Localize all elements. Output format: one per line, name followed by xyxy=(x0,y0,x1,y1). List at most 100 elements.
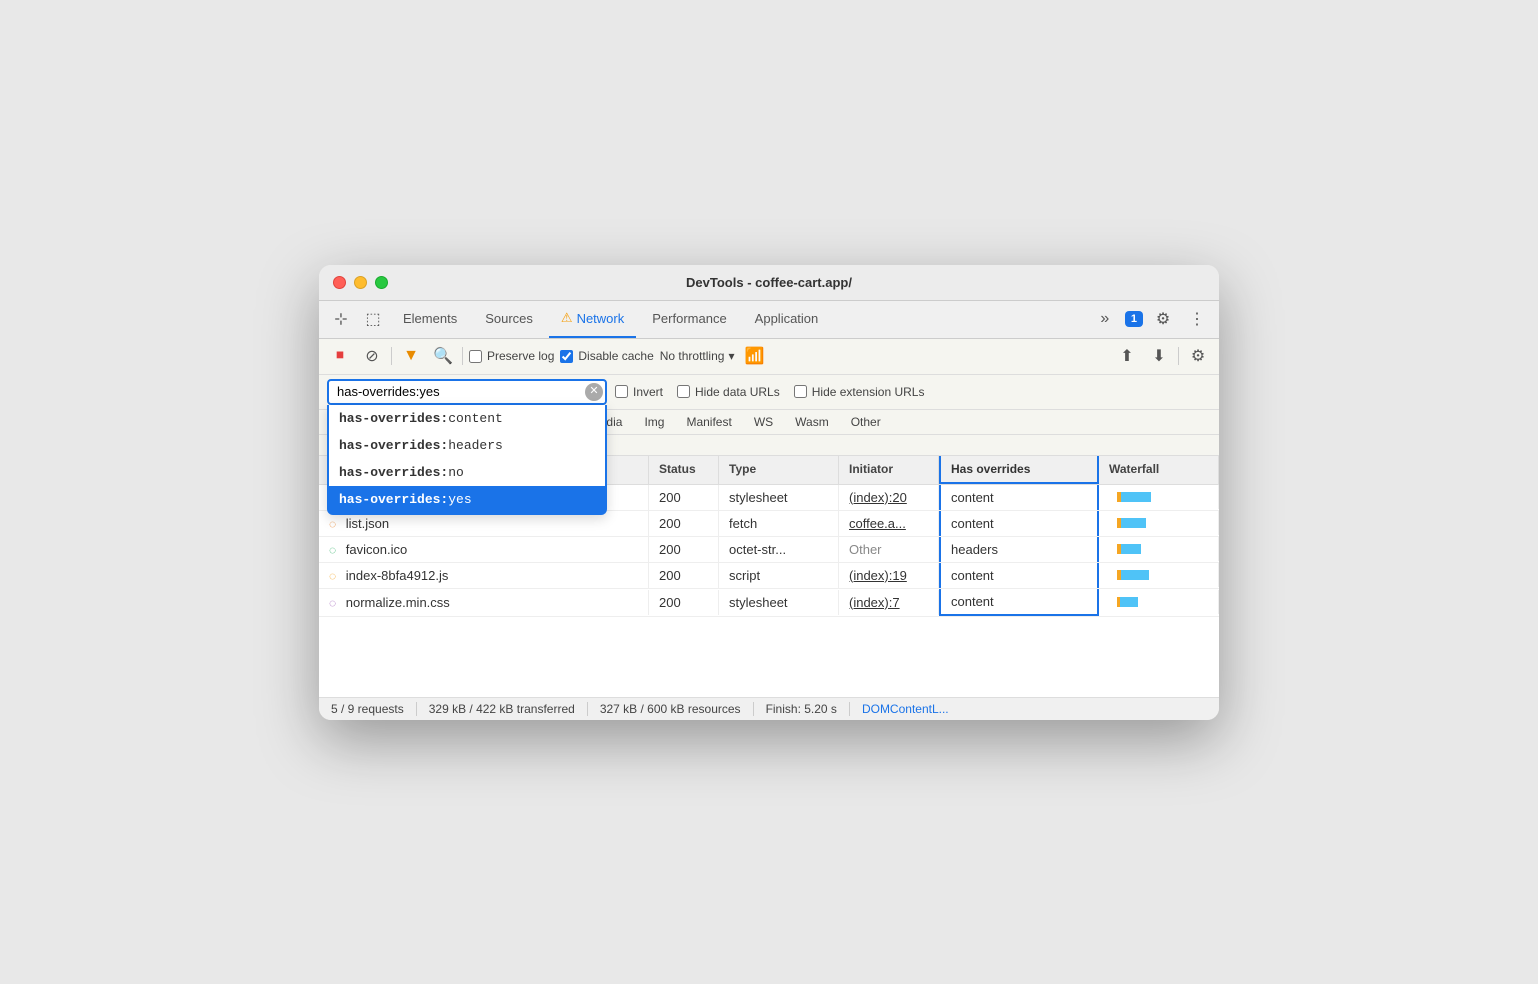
type-ws[interactable]: WS xyxy=(744,413,783,431)
td-initiator-3[interactable]: (index):19 xyxy=(839,563,939,588)
ico-file-icon: ◌ xyxy=(329,543,336,557)
type-img[interactable]: Img xyxy=(634,413,674,431)
title-bar: DevTools - coffee-cart.app/ xyxy=(319,265,1219,301)
search-button[interactable]: 🔍 xyxy=(430,343,456,369)
th-type[interactable]: Type xyxy=(719,456,839,484)
inspect-element-icon[interactable]: ⊹ xyxy=(327,305,355,333)
toolbar-divider-3 xyxy=(1178,347,1179,365)
more-options-icon[interactable]: ⋮ xyxy=(1183,305,1211,333)
js-file-icon: ◌ xyxy=(329,569,336,583)
filter-button[interactable]: ▼ xyxy=(398,343,424,369)
td-type-1: fetch xyxy=(719,511,839,536)
json-file-icon: ◌ xyxy=(329,517,336,531)
filter-bar: ✕ has-overrides:content has-overrides:he… xyxy=(319,375,1219,410)
fullscreen-button[interactable] xyxy=(375,276,388,289)
status-transferred: 329 kB / 422 kB transferred xyxy=(417,702,588,716)
upload-har-button[interactable]: ⬆ xyxy=(1114,343,1140,369)
td-waterfall-4 xyxy=(1099,590,1219,614)
throttle-select[interactable]: No throttling ▾ xyxy=(660,349,735,363)
status-resources: 327 kB / 600 kB resources xyxy=(588,702,754,716)
hide-ext-urls-checkbox[interactable] xyxy=(794,385,807,398)
table-row: ◌ normalize.min.css 200 stylesheet (inde… xyxy=(319,589,1219,617)
search-input[interactable] xyxy=(327,379,607,405)
td-status-1: 200 xyxy=(649,511,719,536)
download-har-button[interactable]: ⬇ xyxy=(1146,343,1172,369)
filter-checkbox-group: Invert Hide data URLs Hide extension URL… xyxy=(615,385,924,399)
type-other[interactable]: Other xyxy=(841,413,891,431)
notification-badge[interactable]: 1 xyxy=(1125,311,1143,327)
td-name-4[interactable]: ◌ normalize.min.css xyxy=(319,590,649,615)
status-domcontent[interactable]: DOMContentL... xyxy=(850,702,961,716)
wifi-icon: 📶 xyxy=(744,346,764,366)
window-title: DevTools - coffee-cart.app/ xyxy=(686,275,852,290)
type-manifest[interactable]: Manifest xyxy=(676,413,741,431)
td-has-overrides-3: content xyxy=(939,563,1099,588)
disable-cache-checkbox[interactable] xyxy=(560,350,573,363)
search-box-container: ✕ has-overrides:content has-overrides:he… xyxy=(327,379,607,405)
th-initiator[interactable]: Initiator xyxy=(839,456,939,484)
autocomplete-item-content[interactable]: has-overrides:content xyxy=(329,405,605,432)
td-has-overrides-4: content xyxy=(939,589,1099,616)
more-tabs-icon[interactable]: » xyxy=(1091,305,1119,333)
td-has-overrides-1: content xyxy=(939,511,1099,536)
td-type-3: script xyxy=(719,563,839,588)
td-status-0: 200 xyxy=(649,485,719,510)
record-button[interactable]: ⏹ xyxy=(327,343,353,369)
tab-elements[interactable]: Elements xyxy=(391,300,469,338)
css-file-icon-2: ◌ xyxy=(329,596,336,610)
td-initiator-1[interactable]: coffee.a... xyxy=(839,511,939,536)
tab-right-icons: » 1 ⚙ ⋮ xyxy=(1091,305,1211,333)
td-initiator-0[interactable]: (index):20 xyxy=(839,485,939,510)
device-toggle-icon[interactable]: ⬚ xyxy=(359,305,387,333)
devtools-window: DevTools - coffee-cart.app/ ⊹ ⬚ Elements… xyxy=(319,265,1219,720)
settings-icon[interactable]: ⚙ xyxy=(1149,305,1177,333)
preserve-log-label[interactable]: Preserve log xyxy=(469,349,554,363)
autocomplete-item-no[interactable]: has-overrides:no xyxy=(329,459,605,486)
td-waterfall-0 xyxy=(1099,485,1219,509)
network-settings-button[interactable]: ⚙ xyxy=(1185,343,1211,369)
invert-checkbox[interactable] xyxy=(615,385,628,398)
td-waterfall-2 xyxy=(1099,537,1219,561)
table-row: ◌ index-8bfa4912.js 200 script (index):1… xyxy=(319,563,1219,589)
network-warning-icon: ⚠ xyxy=(561,310,573,326)
td-type-2: octet-str... xyxy=(719,537,839,562)
invert-label[interactable]: Invert xyxy=(615,385,663,399)
hide-data-urls-label[interactable]: Hide data URLs xyxy=(677,385,780,399)
search-clear-button[interactable]: ✕ xyxy=(585,383,603,401)
toolbar-divider-2 xyxy=(462,347,463,365)
throttle-dropdown-icon: ▾ xyxy=(728,349,734,363)
td-type-0: stylesheet xyxy=(719,485,839,510)
autocomplete-dropdown: has-overrides:content has-overrides:head… xyxy=(327,405,607,515)
td-status-2: 200 xyxy=(649,537,719,562)
th-has-overrides[interactable]: Has overrides xyxy=(939,456,1099,484)
tab-application[interactable]: Application xyxy=(743,300,831,338)
hide-data-urls-checkbox[interactable] xyxy=(677,385,690,398)
th-waterfall[interactable]: Waterfall xyxy=(1099,456,1219,484)
td-type-4: stylesheet xyxy=(719,590,839,615)
th-status[interactable]: Status xyxy=(649,456,719,484)
tab-sources[interactable]: Sources xyxy=(473,300,545,338)
hide-ext-urls-label[interactable]: Hide extension URLs xyxy=(794,385,925,399)
traffic-lights xyxy=(333,276,388,289)
table-row: ◌ favicon.ico 200 octet-str... Other hea… xyxy=(319,537,1219,563)
td-waterfall-1 xyxy=(1099,511,1219,535)
network-toolbar: ⏹ ⊘ ▼ 🔍 Preserve log Disable cache No th… xyxy=(319,339,1219,375)
preserve-log-checkbox[interactable] xyxy=(469,350,482,363)
td-initiator-4[interactable]: (index):7 xyxy=(839,590,939,615)
td-has-overrides-2: headers xyxy=(939,537,1099,562)
autocomplete-item-headers[interactable]: has-overrides:headers xyxy=(329,432,605,459)
toolbar-divider-1 xyxy=(391,347,392,365)
status-requests: 5 / 9 requests xyxy=(331,702,417,716)
disable-cache-label[interactable]: Disable cache xyxy=(560,349,653,363)
tab-performance[interactable]: Performance xyxy=(640,300,738,338)
close-button[interactable] xyxy=(333,276,346,289)
clear-button[interactable]: ⊘ xyxy=(359,343,385,369)
td-name-3[interactable]: ◌ index-8bfa4912.js xyxy=(319,563,649,588)
td-name-2[interactable]: ◌ favicon.ico xyxy=(319,537,649,562)
status-bar: 5 / 9 requests 329 kB / 422 kB transferr… xyxy=(319,697,1219,720)
type-wasm[interactable]: Wasm xyxy=(785,413,839,431)
td-status-4: 200 xyxy=(649,590,719,615)
minimize-button[interactable] xyxy=(354,276,367,289)
tab-network[interactable]: ⚠ Network xyxy=(549,300,636,338)
autocomplete-item-yes[interactable]: has-overrides:yes xyxy=(329,486,605,513)
